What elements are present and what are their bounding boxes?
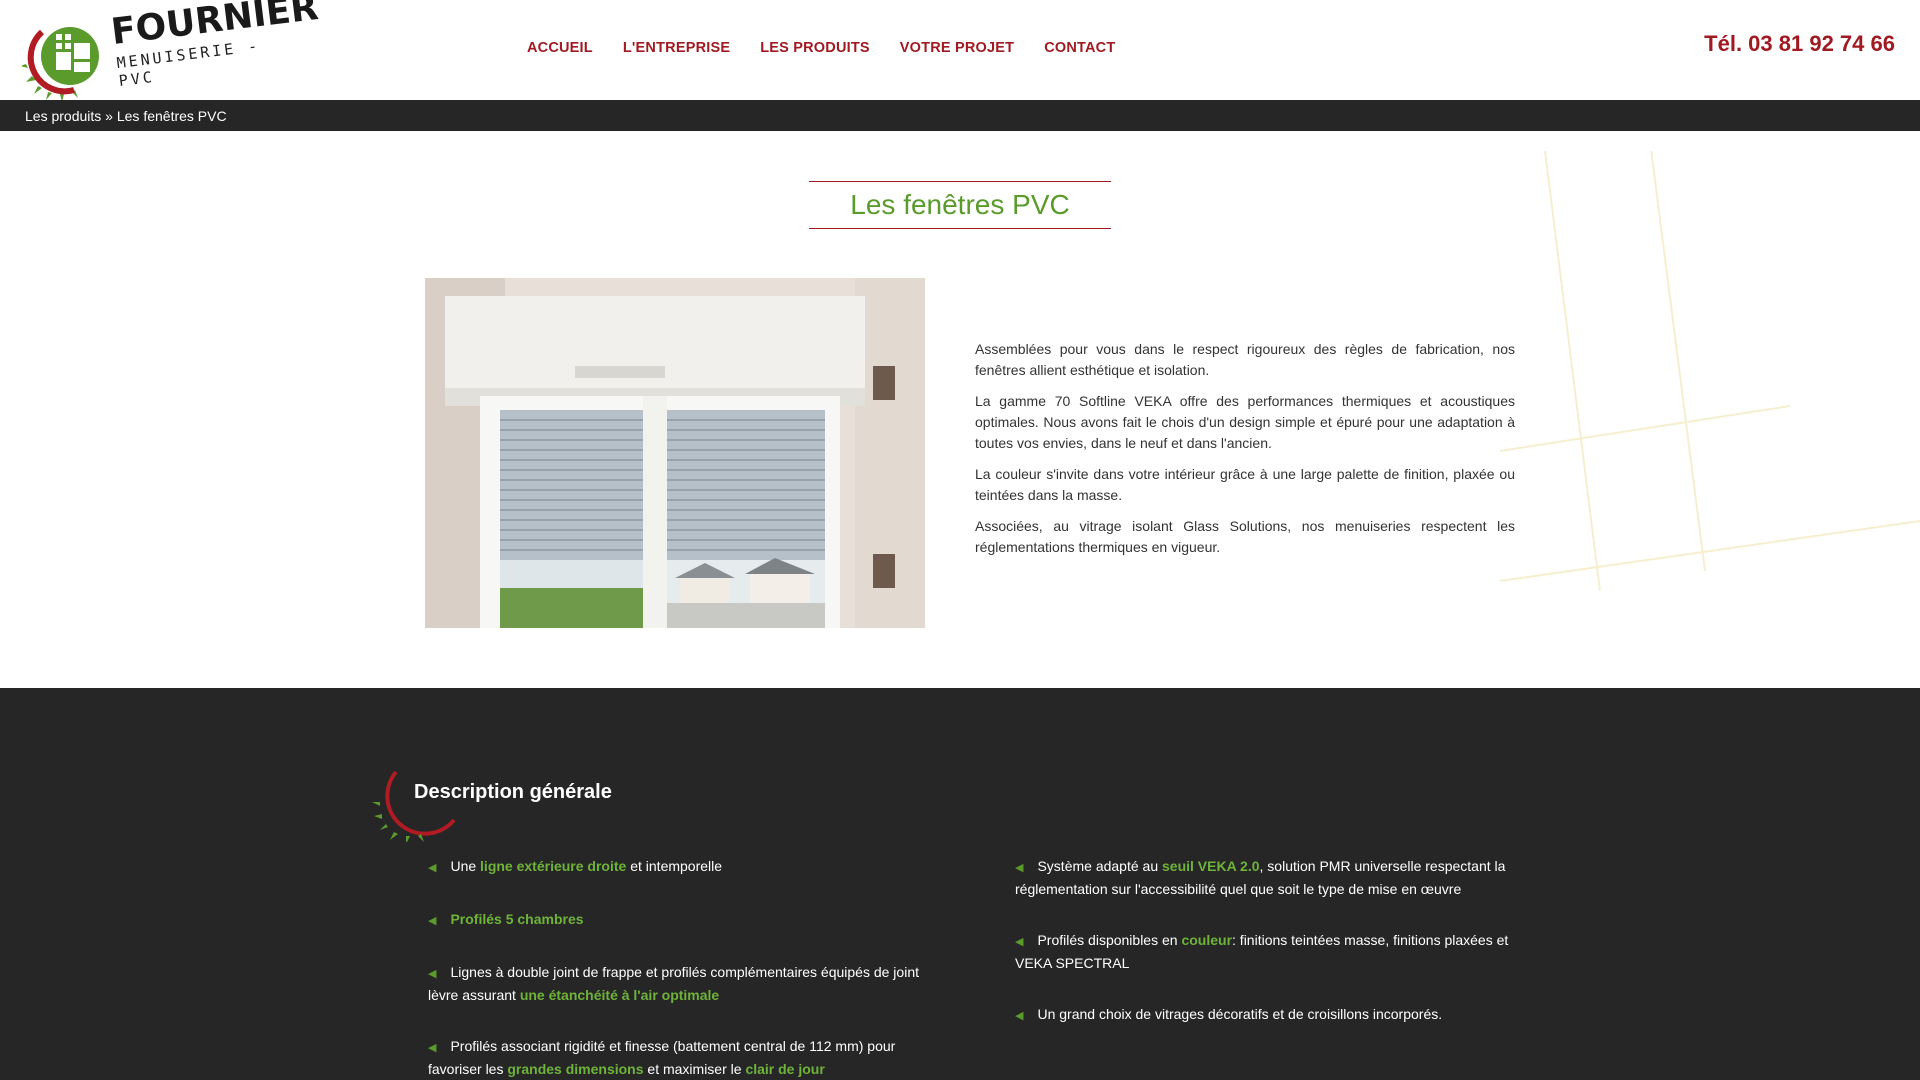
page-title-box: Les fenêtres PVC <box>809 181 1111 229</box>
breadcrumb-bar: Les produits » Les fenêtres PVC <box>0 100 1920 131</box>
feature-item: ◀ Lignes à double joint de frappe et prof… <box>428 964 919 1003</box>
intro-paragraph-3: La couleur s'invite dans votre intérieur… <box>975 466 1515 503</box>
logo[interactable]: FOURNIER MENUISERIE - PVC <box>22 0 320 100</box>
phone-number[interactable]: Tél. 03 81 92 74 66 <box>1704 31 1895 57</box>
feature-item: ◀ Système adapté au seuil VEKA 2.0, solut… <box>1015 858 1506 897</box>
intro-paragraph-1: Assemblées pour vous dans le respect rig… <box>975 341 1515 378</box>
feature-item: ◀ Un grand choix de vitrages décoratifs e… <box>1015 1004 1515 1027</box>
main-nav: ACCUEIL L'ENTREPRISE LES PRODUITS VOTRE … <box>527 40 1115 60</box>
feature-item: ◀ Une ligne extérieure droite et intempor… <box>428 856 928 879</box>
page-title: Les fenêtres PVC <box>850 189 1070 220</box>
breadcrumb-current: Les fenêtres PVC <box>116 108 227 124</box>
nav-item-projet[interactable]: VOTRE PROJET <box>900 40 1014 60</box>
breadcrumb-link-produits[interactable]: Les produits <box>25 108 101 124</box>
triangle-left-icon: ◀ <box>428 862 437 874</box>
triangle-left-icon: ◀ <box>1015 862 1024 874</box>
feature-item: ◀ Profilés associant rigidité et finesse … <box>428 1038 896 1077</box>
intro-paragraph-4: Associées, au vitrage isolant Glass Solu… <box>975 518 1515 555</box>
triangle-left-icon: ◀ <box>428 968 437 980</box>
description-section: Description générale ◀ Une ligne extérieu… <box>0 688 1920 1080</box>
triangle-left-icon: ◀ <box>1015 1010 1024 1022</box>
features-right: ◀ Système adapté au seuil VEKA 2.0, solut… <box>1015 856 1515 1057</box>
nav-item-accueil[interactable]: ACCUEIL <box>527 40 593 60</box>
feature-item: ◀ Profilés disponibles en couleur: finiti… <box>1015 932 1509 971</box>
window-photo <box>425 278 925 628</box>
section-title: Description générale <box>414 781 612 803</box>
breadcrumb: Les produits » Les fenêtres PVC <box>25 108 227 124</box>
nav-item-produits[interactable]: LES PRODUITS <box>760 40 870 60</box>
triangle-left-icon: ◀ <box>428 1042 437 1054</box>
features-left: ◀ Une ligne extérieure droite et intempor… <box>428 856 928 1080</box>
nav-item-entreprise[interactable]: L'ENTREPRISE <box>623 40 730 60</box>
breadcrumb-separator: » <box>101 108 117 124</box>
feature-item: ◀ Profilés 5 chambres <box>428 909 928 932</box>
intro-text: Assemblées pour vous dans le respect rig… <box>975 339 1515 568</box>
triangle-left-icon: ◀ <box>428 915 437 927</box>
logo-icon <box>22 27 99 100</box>
intro-paragraph-2: La gamme 70 Softline VEKA offre des perf… <box>975 393 1515 451</box>
site-header: FOURNIER MENUISERIE - PVC ACCUEIL L'ENTR… <box>0 0 1920 100</box>
main-content: Les fenêtres PVC Assemblées pour vous da… <box>0 131 1920 688</box>
decorative-lines <box>1499 151 1920 592</box>
nav-item-contact[interactable]: CONTACT <box>1044 40 1115 60</box>
triangle-left-icon: ◀ <box>1015 936 1024 948</box>
